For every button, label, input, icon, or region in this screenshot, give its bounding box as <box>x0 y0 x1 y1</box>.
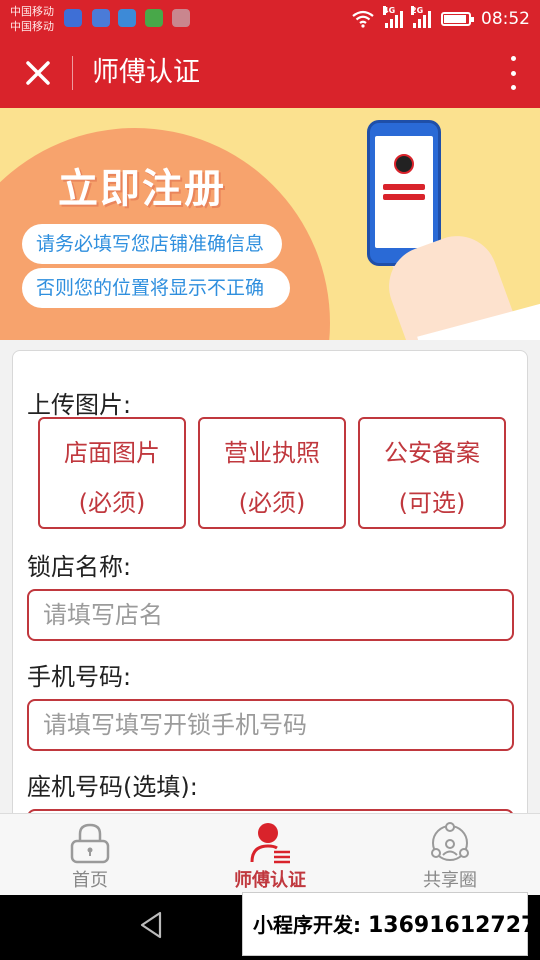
more-dot-icon <box>510 70 516 76</box>
phone-button-illustration <box>383 184 425 190</box>
nav-divider <box>72 56 73 90</box>
banner-title: 立即注册 <box>58 166 226 212</box>
status-bar: 中国移动 中国移动 4G 2G 08:52 <box>0 0 540 38</box>
banner-note-2: 否则您的位置将显示不正确 <box>22 268 290 308</box>
promo-phone-number: 13691612727 <box>367 913 537 938</box>
upload-button-requirement: (必须) <box>78 489 146 517</box>
close-icon <box>26 61 50 85</box>
battery-level-fill <box>444 15 466 23</box>
certification-form: 上传图片: 店面图片 (必须) 营业执照 (必须) 公安备案 (可选) 锁店名称… <box>12 350 528 849</box>
network-2g-label: 2G <box>411 6 424 15</box>
lock-icon <box>70 823 110 864</box>
wifi-icon <box>352 10 374 28</box>
upload-button-requirement: (必须) <box>238 489 306 517</box>
close-button[interactable] <box>20 55 56 91</box>
register-banner[interactable]: 立即注册 请务必填写您店铺准确信息 否则您的位置将显示不正确 <box>0 108 540 340</box>
signal-4g-icon: 4G <box>383 6 403 28</box>
mobile-number-label: 手机号码: <box>27 663 132 691</box>
more-dot-icon <box>510 56 516 61</box>
upload-images-label: 上传图片: <box>27 391 132 419</box>
tab-home[interactable]: 首页 <box>0 814 180 896</box>
mobile-number-input[interactable] <box>27 699 514 751</box>
upload-button-requirement: (可选) <box>398 489 466 517</box>
network-4g-label: 4G <box>383 6 396 15</box>
app-notification-icon <box>92 9 110 27</box>
shop-name-label: 锁店名称: <box>27 553 132 581</box>
logo-illustration <box>394 154 414 174</box>
upload-police-record-button[interactable]: 公安备案 (可选) <box>358 417 506 529</box>
share-circle-icon <box>431 822 469 861</box>
tab-certification[interactable]: 师傅认证 <box>180 814 360 896</box>
upload-button-title: 营业执照 <box>224 439 320 467</box>
clock: 08:52 <box>481 9 530 29</box>
shop-name-input[interactable] <box>27 589 514 641</box>
banner-note-1: 请务必填写您店铺准确信息 <box>22 224 282 264</box>
page-title: 师傅认证 <box>92 57 200 88</box>
tab-certification-label: 师傅认证 <box>234 870 306 891</box>
phone-screen-illustration <box>375 136 433 248</box>
bottom-tab-bar: 首页 师傅认证 共享圈 <box>0 813 540 895</box>
more-menu-button[interactable] <box>508 56 518 90</box>
status-indicators: 4G 2G 08:52 <box>351 6 530 32</box>
wechat-notification-icon <box>145 9 163 27</box>
gallery-notification-icon <box>172 9 190 27</box>
back-triangle-icon[interactable] <box>136 909 168 941</box>
tab-home-label: 首页 <box>72 870 108 891</box>
app-notification-icon <box>118 9 136 27</box>
carrier-1-label: 中国移动 <box>10 5 54 18</box>
promo-label: 小程序开发: <box>253 913 361 937</box>
upload-button-title: 公安备案 <box>384 439 480 467</box>
phone-button-illustration <box>383 194 425 200</box>
promo-banner: 小程序开发: 13691612727 <box>242 892 536 956</box>
paw-app-notification-icon <box>64 9 82 27</box>
carrier-labels: 中国移动 中国移动 <box>10 4 54 34</box>
signal-2g-icon: 2G <box>411 6 431 28</box>
more-dot-icon <box>510 85 516 90</box>
landline-number-label: 座机号码(选填): <box>27 773 198 801</box>
tab-share-circle[interactable]: 共享圈 <box>360 814 540 896</box>
carrier-2-label: 中国移动 <box>10 20 54 33</box>
upload-storefront-photo-button[interactable]: 店面图片 (必须) <box>38 417 186 529</box>
upload-business-license-button[interactable]: 营业执照 (必须) <box>198 417 346 529</box>
nav-bar: 师傅认证 <box>0 38 540 108</box>
upload-button-title: 店面图片 <box>64 439 160 467</box>
tab-share-circle-label: 共享圈 <box>423 870 477 891</box>
user-list-icon <box>250 823 290 864</box>
battery-icon <box>441 12 474 26</box>
